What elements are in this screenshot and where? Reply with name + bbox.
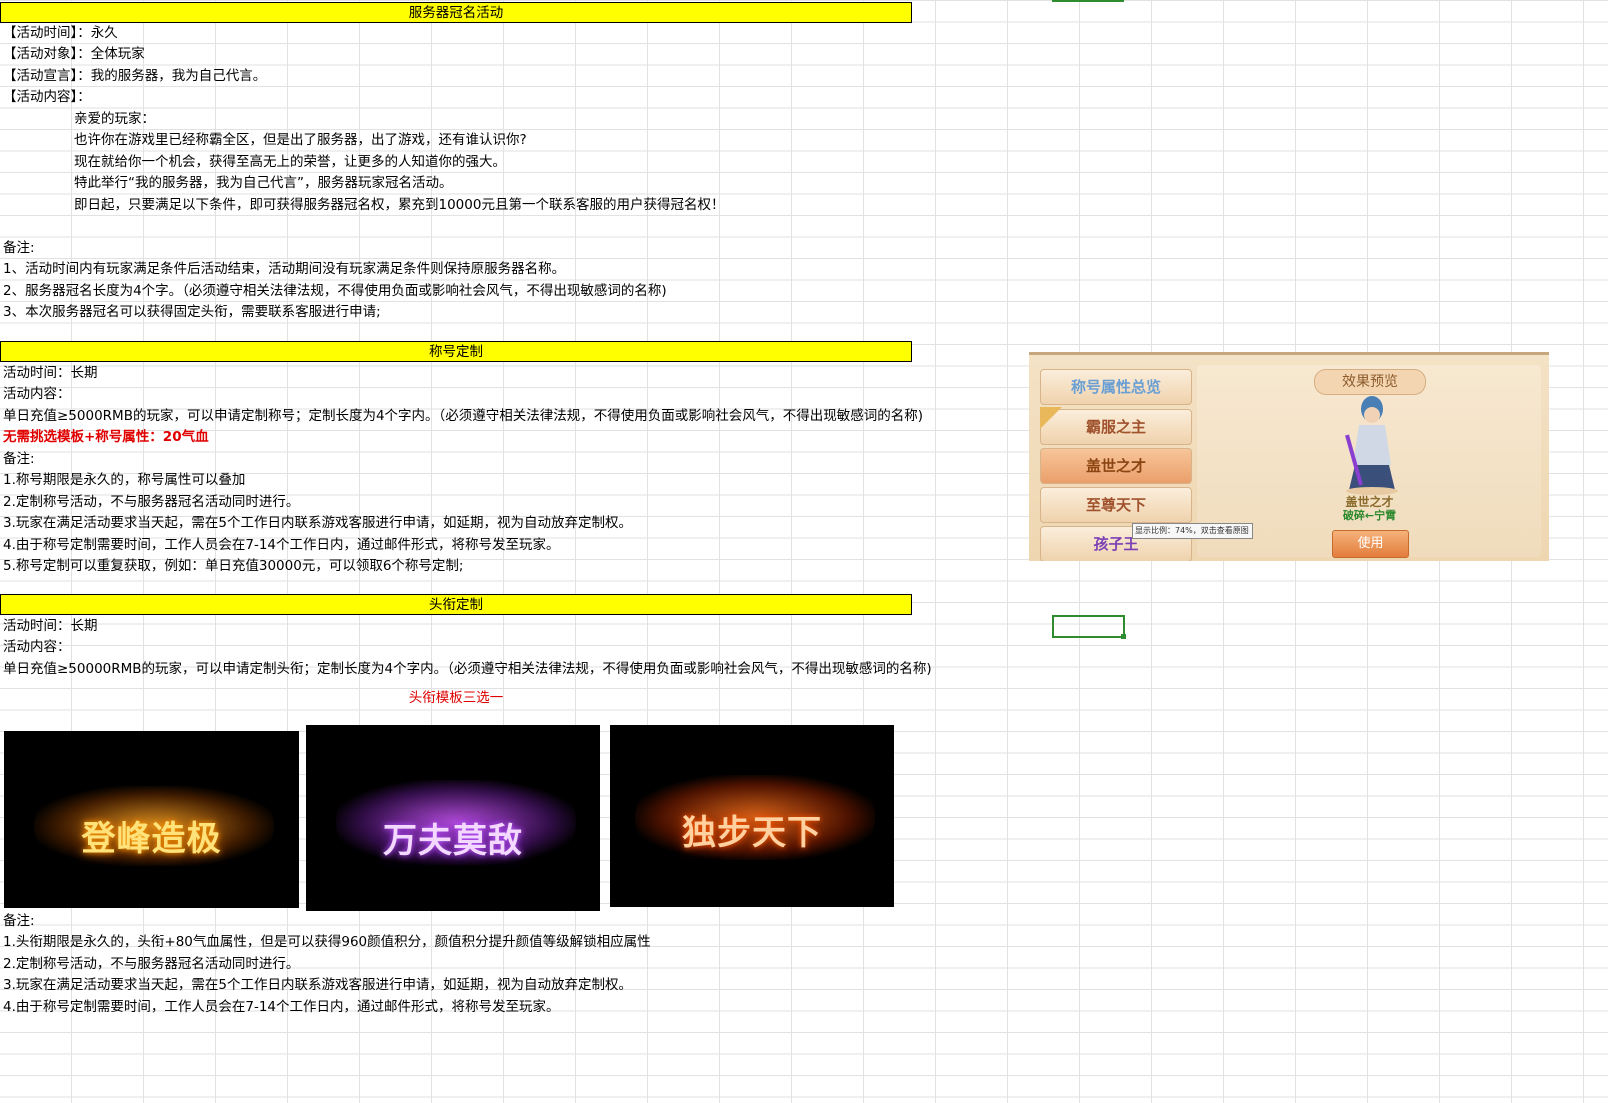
cell-text[interactable]: 活动内容： [3,384,71,405]
cell-text[interactable]: 3.玩家在满足活动要求当天起，需在5个工作日内联系游戏客服进行申请，如延期，视为… [3,513,632,534]
cell-text[interactable]: 备注: [3,911,35,932]
highlight-text[interactable]: 无需挑选模板+称号属性：20气血 [3,427,209,448]
banner-text: 独步天下 [682,813,822,853]
cell-text[interactable]: 1.称号期限是永久的，称号属性可以叠加 [3,470,245,491]
cell-text[interactable]: 特此举行“我的服务器，我为自己代言”，服务器玩家冠名活动。 [74,173,453,194]
cell-text[interactable]: 备注: [3,449,35,470]
panel-tab-overview: 称号属性总览 [1040,369,1192,405]
cell-text[interactable]: 2.定制称号活动，不与服务器冠名活动同时进行。 [3,492,299,513]
selected-cell[interactable] [1052,615,1126,639]
character-figure-icon [1345,396,1398,495]
section-header-server-naming[interactable]: 服务器冠名活动 [0,2,912,23]
cell-text[interactable]: 2.定制称号活动，不与服务器冠名活动同时进行。 [3,954,299,975]
cell-text[interactable]: 活动时间：长期 [3,616,98,637]
panel-title-option: 霸服之主 [1040,409,1192,445]
cell-text[interactable]: 3、本次服务器冠名可以获得固定头衔，需要联系客服进行申请; [3,302,381,323]
cell-text[interactable]: 5.称号定制可以重复获取，例如：单日充值30000元，可以领取6个称号定制; [3,556,463,577]
cell-text[interactable]: 【活动对象】：全体玩家 [3,44,145,65]
preview-title: 效果预览 [1314,369,1426,395]
banner-text: 万夫莫敌 [383,821,523,861]
cell-text[interactable]: 【活动时间】：永久 [3,23,118,44]
template-caption[interactable]: 头衔模板三选一 [0,688,912,709]
section-header-title-custom[interactable]: 称号定制 [0,341,912,362]
cell-text[interactable]: 1.头衔期限是永久的，头衔+80气血属性，但是可以获得960颜值积分，颜值积分提… [3,932,651,953]
banner-image-2[interactable]: 万夫莫敌 [306,725,600,911]
cell-text[interactable]: 现在就给你一个机会，获得至高无上的荣誉，让更多的人知道你的强大。 [74,152,506,173]
section-header-headline-custom[interactable]: 头衔定制 [0,594,912,615]
cell-text[interactable]: 单日充值≥5000RMB的玩家，可以申请定制称号；定制长度为4个字内。（必须遵守… [3,406,923,427]
cell-text[interactable]: 即日起，只要满足以下条件，即可获得服务器冠名权，累充到10000元且第一个联系客… [74,195,724,216]
cell-text[interactable]: 【活动宣言】：我的服务器，我为自己代言。 [3,66,266,87]
banner-image-3[interactable]: 独步天下 [610,725,894,907]
panel-title-option-selected: 盖世之才 [1040,448,1192,484]
banner-text: 登峰造极 [81,819,222,859]
cell-text[interactable]: 备注: [3,238,35,259]
column-selection-indicator [1052,0,1124,2]
cell-text[interactable]: 也许你在游戏里已经称霸全区，但是出了服务器，出了游戏，还有谁认识你? [74,130,527,151]
cell-text[interactable]: 活动内容： [3,637,71,658]
banner-image-1[interactable]: 登峰造极 [4,731,299,908]
cell-text[interactable]: 3.玩家在满足活动要求当天起，需在5个工作日内联系游戏客服进行申请，如延期，视为… [3,975,632,996]
panel-title-option: 至尊天下 [1040,487,1192,523]
cell-text[interactable]: 亲爱的玩家： [74,109,155,130]
cell-text[interactable]: 2、服务器冠名长度为4个字。（必须遵守相关法律法规，不得使用负面或影响社会风气，… [3,281,667,302]
character-name: 破碎←宁霄 [1342,509,1397,522]
cell-text[interactable]: 单日充值≥50000RMB的玩家，可以申请定制头衔；定制长度为4个字内。（必须遵… [3,659,932,680]
new-ribbon-icon [1040,407,1062,429]
cell-text[interactable]: 1、活动时间内有玩家满足条件后活动结束，活动期间没有玩家满足条件则保持原服务器名… [3,259,565,280]
title-preview-image[interactable]: 称号属性总览 霸服之主 盖世之才 至尊天下 孩子王 效果预览 盖世之才 破碎←宁… [1029,352,1549,561]
cell-text[interactable]: 4.由于称号定制需要时间，工作人员会在7-14个工作日内，通过邮件形式，将称号发… [3,997,560,1018]
zoom-tooltip: 显示比例：74%，双击查看原图 [1132,523,1253,539]
cell-text[interactable]: 4.由于称号定制需要时间，工作人员会在7-14个工作日内，通过邮件形式，将称号发… [3,535,560,556]
use-button: 使用 [1332,530,1409,558]
cell-text[interactable]: 【活动内容】： [3,87,91,108]
cell-text[interactable]: 活动时间：长期 [3,363,98,384]
fill-handle[interactable] [1121,634,1126,639]
